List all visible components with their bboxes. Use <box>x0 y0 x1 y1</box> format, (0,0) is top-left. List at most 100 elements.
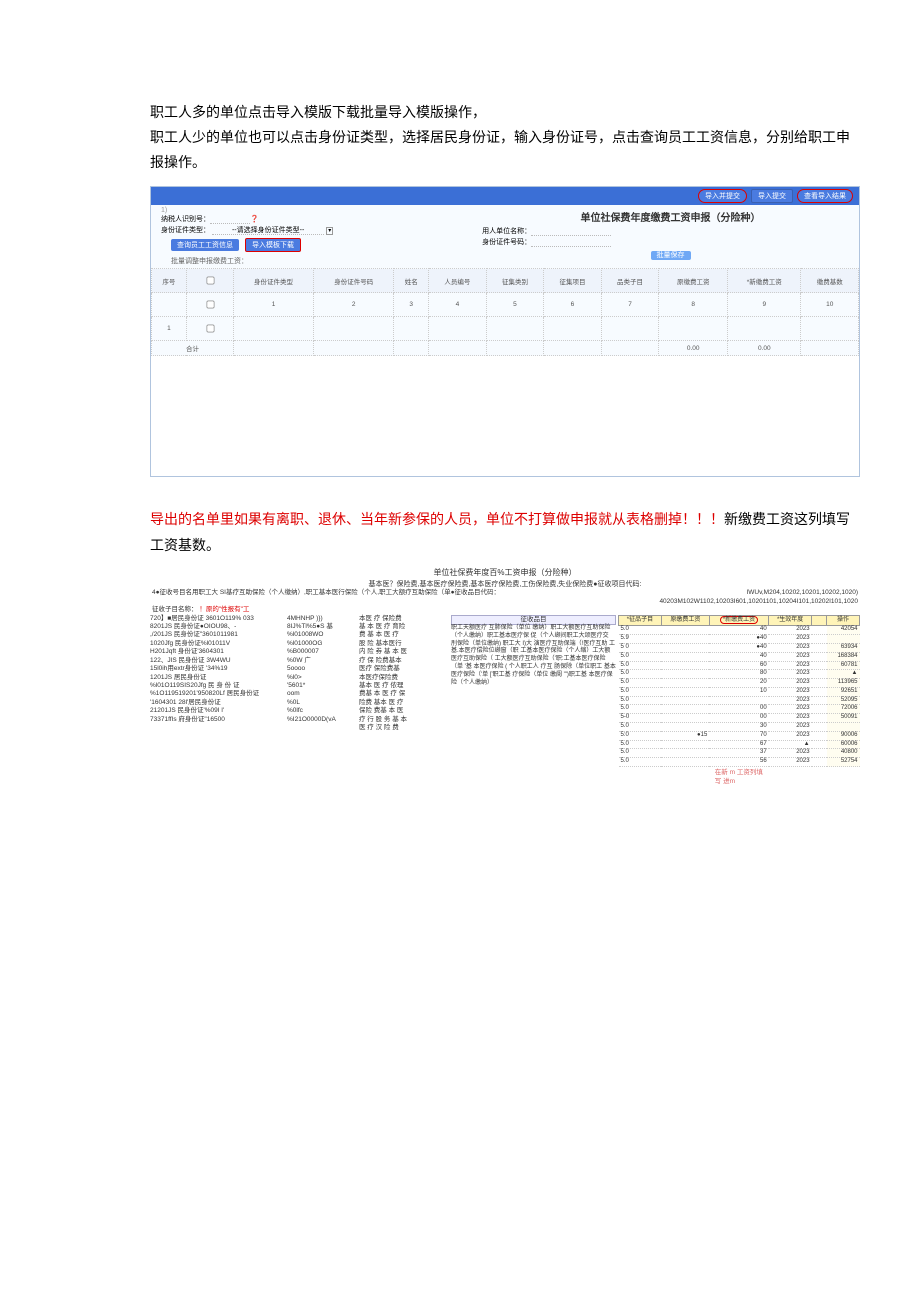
id-type-label: 身份证件类型： <box>161 227 210 234</box>
list-item: 本医 疗 保险费 <box>359 615 449 623</box>
rh-year: *生效年度 <box>769 615 812 626</box>
table-row: 5-000202350091 <box>619 714 860 723</box>
col-seq: 序号 <box>152 269 187 293</box>
view-import-result-button[interactable]: 查看导入结果 <box>797 189 853 203</box>
table-row: 5.000202372006 <box>619 705 860 714</box>
table-row: 5.0402023168384 <box>619 652 860 661</box>
rh-op: 操作 <box>827 615 860 626</box>
list-item: %1O119519201'950820Lf 居民身份证 <box>150 690 285 698</box>
fee-text-column: 本医 疗 保险费基 本 医 疗 育险费 基 本 医 疗股 险 基本医行内 险 券… <box>359 615 449 786</box>
report-proj-line: 4●征收号目名用职工大 SI基疗互助保险（个人缴纳）,职工基本医行保险（个人,职… <box>152 589 561 606</box>
import-submit-button[interactable]: 导入并提交 <box>698 189 747 203</box>
list-item: 122、JIS 民身份证 3W4WU <box>150 657 285 665</box>
col-header-item: 征收品目 <box>451 615 616 625</box>
table-row: 5 0●40202363934 <box>619 643 860 652</box>
report-sub: 基本医？保险费,基本医疗保险费,基本医疗保险费,工伤保险费,失业保险费●征收项目… <box>150 580 860 589</box>
list-item: 疗 保 险费基本 <box>359 657 449 665</box>
col-name: 姓名 <box>394 269 429 293</box>
intro-paragraph: 职工人多的单位点击导入模版下载批量导入模版操作， 职工人少的单位也可以点击身份证… <box>150 100 860 176</box>
col-old: 原缴费工资 <box>659 269 728 293</box>
col-check[interactable] <box>186 269 233 293</box>
table-row: 5.0202352095 <box>619 696 860 705</box>
list-item: %l0> <box>287 674 357 682</box>
form-right: 用人单位名称： 身份证件号码： <box>482 226 859 248</box>
form-title: 单位社保费年度缴费工资申报（分险种） <box>482 205 859 226</box>
report-title: 单位社保费年度百%工资申报（分险种） <box>150 566 860 580</box>
import-button[interactable]: 导入提交 <box>751 189 793 203</box>
list-item: 8IJ%Tl%5●S 基 <box>287 623 357 631</box>
list-item: 720】■居民身份证 3601O119% 033 <box>150 615 285 623</box>
col-idno: 身份证件号码 <box>314 269 394 293</box>
warning-paragraph: 导出的名单里如果有离职、退休、当年新参保的人员，单位不打算做申报就从表格删掉！！… <box>150 507 860 557</box>
row-check[interactable] <box>206 301 214 309</box>
template-download-button[interactable]: 导入模板下载 <box>245 238 301 252</box>
batch-save-button[interactable]: 批量保存 <box>651 251 691 260</box>
table-row: 1 2 3 4 5 6 7 8 9 10 <box>152 293 859 317</box>
employer-name-label: 用人单位名称： <box>482 228 531 235</box>
intro-line-2: 职工人少的单位也可以点击身份证类型，选择居民身份证，输入身份证号，点击查询员工工… <box>150 129 850 170</box>
taxpayer-id-label: 纳税人识别号： <box>161 216 210 223</box>
table-row: 5.0802023▲ <box>619 670 860 679</box>
report-folder-label: 征收子目名称： <box>152 606 198 613</box>
list-item: 疗 行 股 务 基 本 <box>359 716 449 724</box>
id-list-column: 720】■居民身份证 3601O119% 0338201JS 民身份证●OIOU… <box>150 615 285 786</box>
rh-new: *新缴费工资 <box>709 615 768 626</box>
table-row: 5.037202340800 <box>619 749 860 758</box>
table-row: 5:0●1570202390006 <box>619 731 860 740</box>
list-item: '5601* <box>287 682 357 690</box>
col-empno: 人员编号 <box>429 269 487 293</box>
col-sub: 品类子目 <box>601 269 659 293</box>
list-item: ,/201JS 民身份证"3601011981 <box>150 631 285 639</box>
intro-line-1: 职工人多的单位点击导入模版下载批量导入模版操作， <box>150 104 486 120</box>
list-item: 股 险 基本医行 <box>359 640 449 648</box>
rh-sub: *征品子目 <box>619 615 662 626</box>
table-row: 5.056202352754 <box>619 758 860 767</box>
list-item: 费基 本 医 疗 保 <box>359 690 449 698</box>
form-left: 纳税人识别号：❓ 身份证件类型： --请选择身份证件类型-- ▾ <box>161 214 482 237</box>
table-row: 5.040202342054 <box>619 626 860 635</box>
id-number-label: 身份证件号码： <box>482 239 531 246</box>
list-item: %I21O0000D(vA <box>287 716 357 724</box>
table-row: 5.010202392651 <box>619 687 860 696</box>
report-data-table: *征品子目 原缴费工资 *新缴费工资 *生效年度 操作 5.0402023420… <box>618 615 860 768</box>
list-item: 本医疗保险费 <box>359 674 449 682</box>
table-row: 5.9●402023 <box>619 635 860 644</box>
salary-grid: 序号 身份证件类型 身份证件号码 姓名 人员编号 征集类别 征集项目 品类子目 … <box>151 268 859 356</box>
row-check[interactable] <box>206 325 214 333</box>
list-item: %B000007 <box>287 648 357 656</box>
table-row: 5.067▲60006 <box>619 740 860 749</box>
code-column: 4MHNHP )}) 8IJ%Tl%5●S 基%l01008WO%l01000O… <box>287 615 357 786</box>
list-item: %0lfc <box>287 707 357 715</box>
list-item: %0W 广 <box>287 657 357 665</box>
list-item: 内 险 券 基 本 医 <box>359 648 449 656</box>
list-item: H201Jqft 身份证'3604301 <box>150 648 285 656</box>
list-item: %0L <box>287 699 357 707</box>
report-hint-red: ！原的"性报有"工 <box>199 606 249 613</box>
warning-red: 导出的名单里如果有离职、退休、当年新参保的人员，单位不打算做申报就从表格删掉！！… <box>150 511 724 527</box>
query-salary-button[interactable]: 查询员工工资信息 <box>171 239 239 251</box>
col-cat: 征集类别 <box>486 269 544 293</box>
footer-note: 在新 m 工资列填 写 进m <box>715 767 860 786</box>
col-base: 缴费基数 <box>801 269 859 293</box>
screenshot-2: 单位社保费年度百%工资申报（分险种） 基本医？保险费,基本医疗保险费,基本医疗保… <box>150 566 860 786</box>
list-item: 1020Jfg 民身份证%l01011V <box>150 640 285 648</box>
list-item: 医疗 保险费基 <box>359 665 449 673</box>
list-item: 1201JS 居民身份证 <box>150 674 285 682</box>
list-item: 医 疗 汉 险 费 <box>359 724 449 732</box>
insurance-desc-column: 征收品目 职工天额医疗 互肺保险（单位 缴纳）职工大额医疗互助保险（个人缴纳）职… <box>451 615 616 786</box>
list-item: %l01000OG <box>287 640 357 648</box>
col-new: *新缴费工资 <box>728 269 801 293</box>
list-item: %l01008WO <box>287 631 357 639</box>
id-type-select[interactable]: --请选择身份证件类型-- <box>212 227 324 235</box>
list-item: 73371ffIs 府身份证"16500 <box>150 716 285 724</box>
list-item: 21201JS 民身份证'%09I l' <box>150 707 285 715</box>
total-row: 合计 0.00 0.00 <box>152 341 859 356</box>
list-item: oom <box>287 690 357 698</box>
list-item: 费 基 本 医 疗 <box>359 631 449 639</box>
rh-old: 原缴费工资 <box>661 615 709 626</box>
report-codes: IWUv,M204,10202,10201,10202,1020) 40203M… <box>659 589 858 606</box>
table-row: 1 <box>152 317 859 341</box>
col-item: 征集项目 <box>544 269 602 293</box>
batch-adjust-label: 批量调整申报缴费工资： <box>161 254 482 268</box>
screenshot-1: 导入并提交 导入提交 查看导入结果 1) 纳税人识别号：❓ 身份证件类型： --… <box>150 186 860 478</box>
